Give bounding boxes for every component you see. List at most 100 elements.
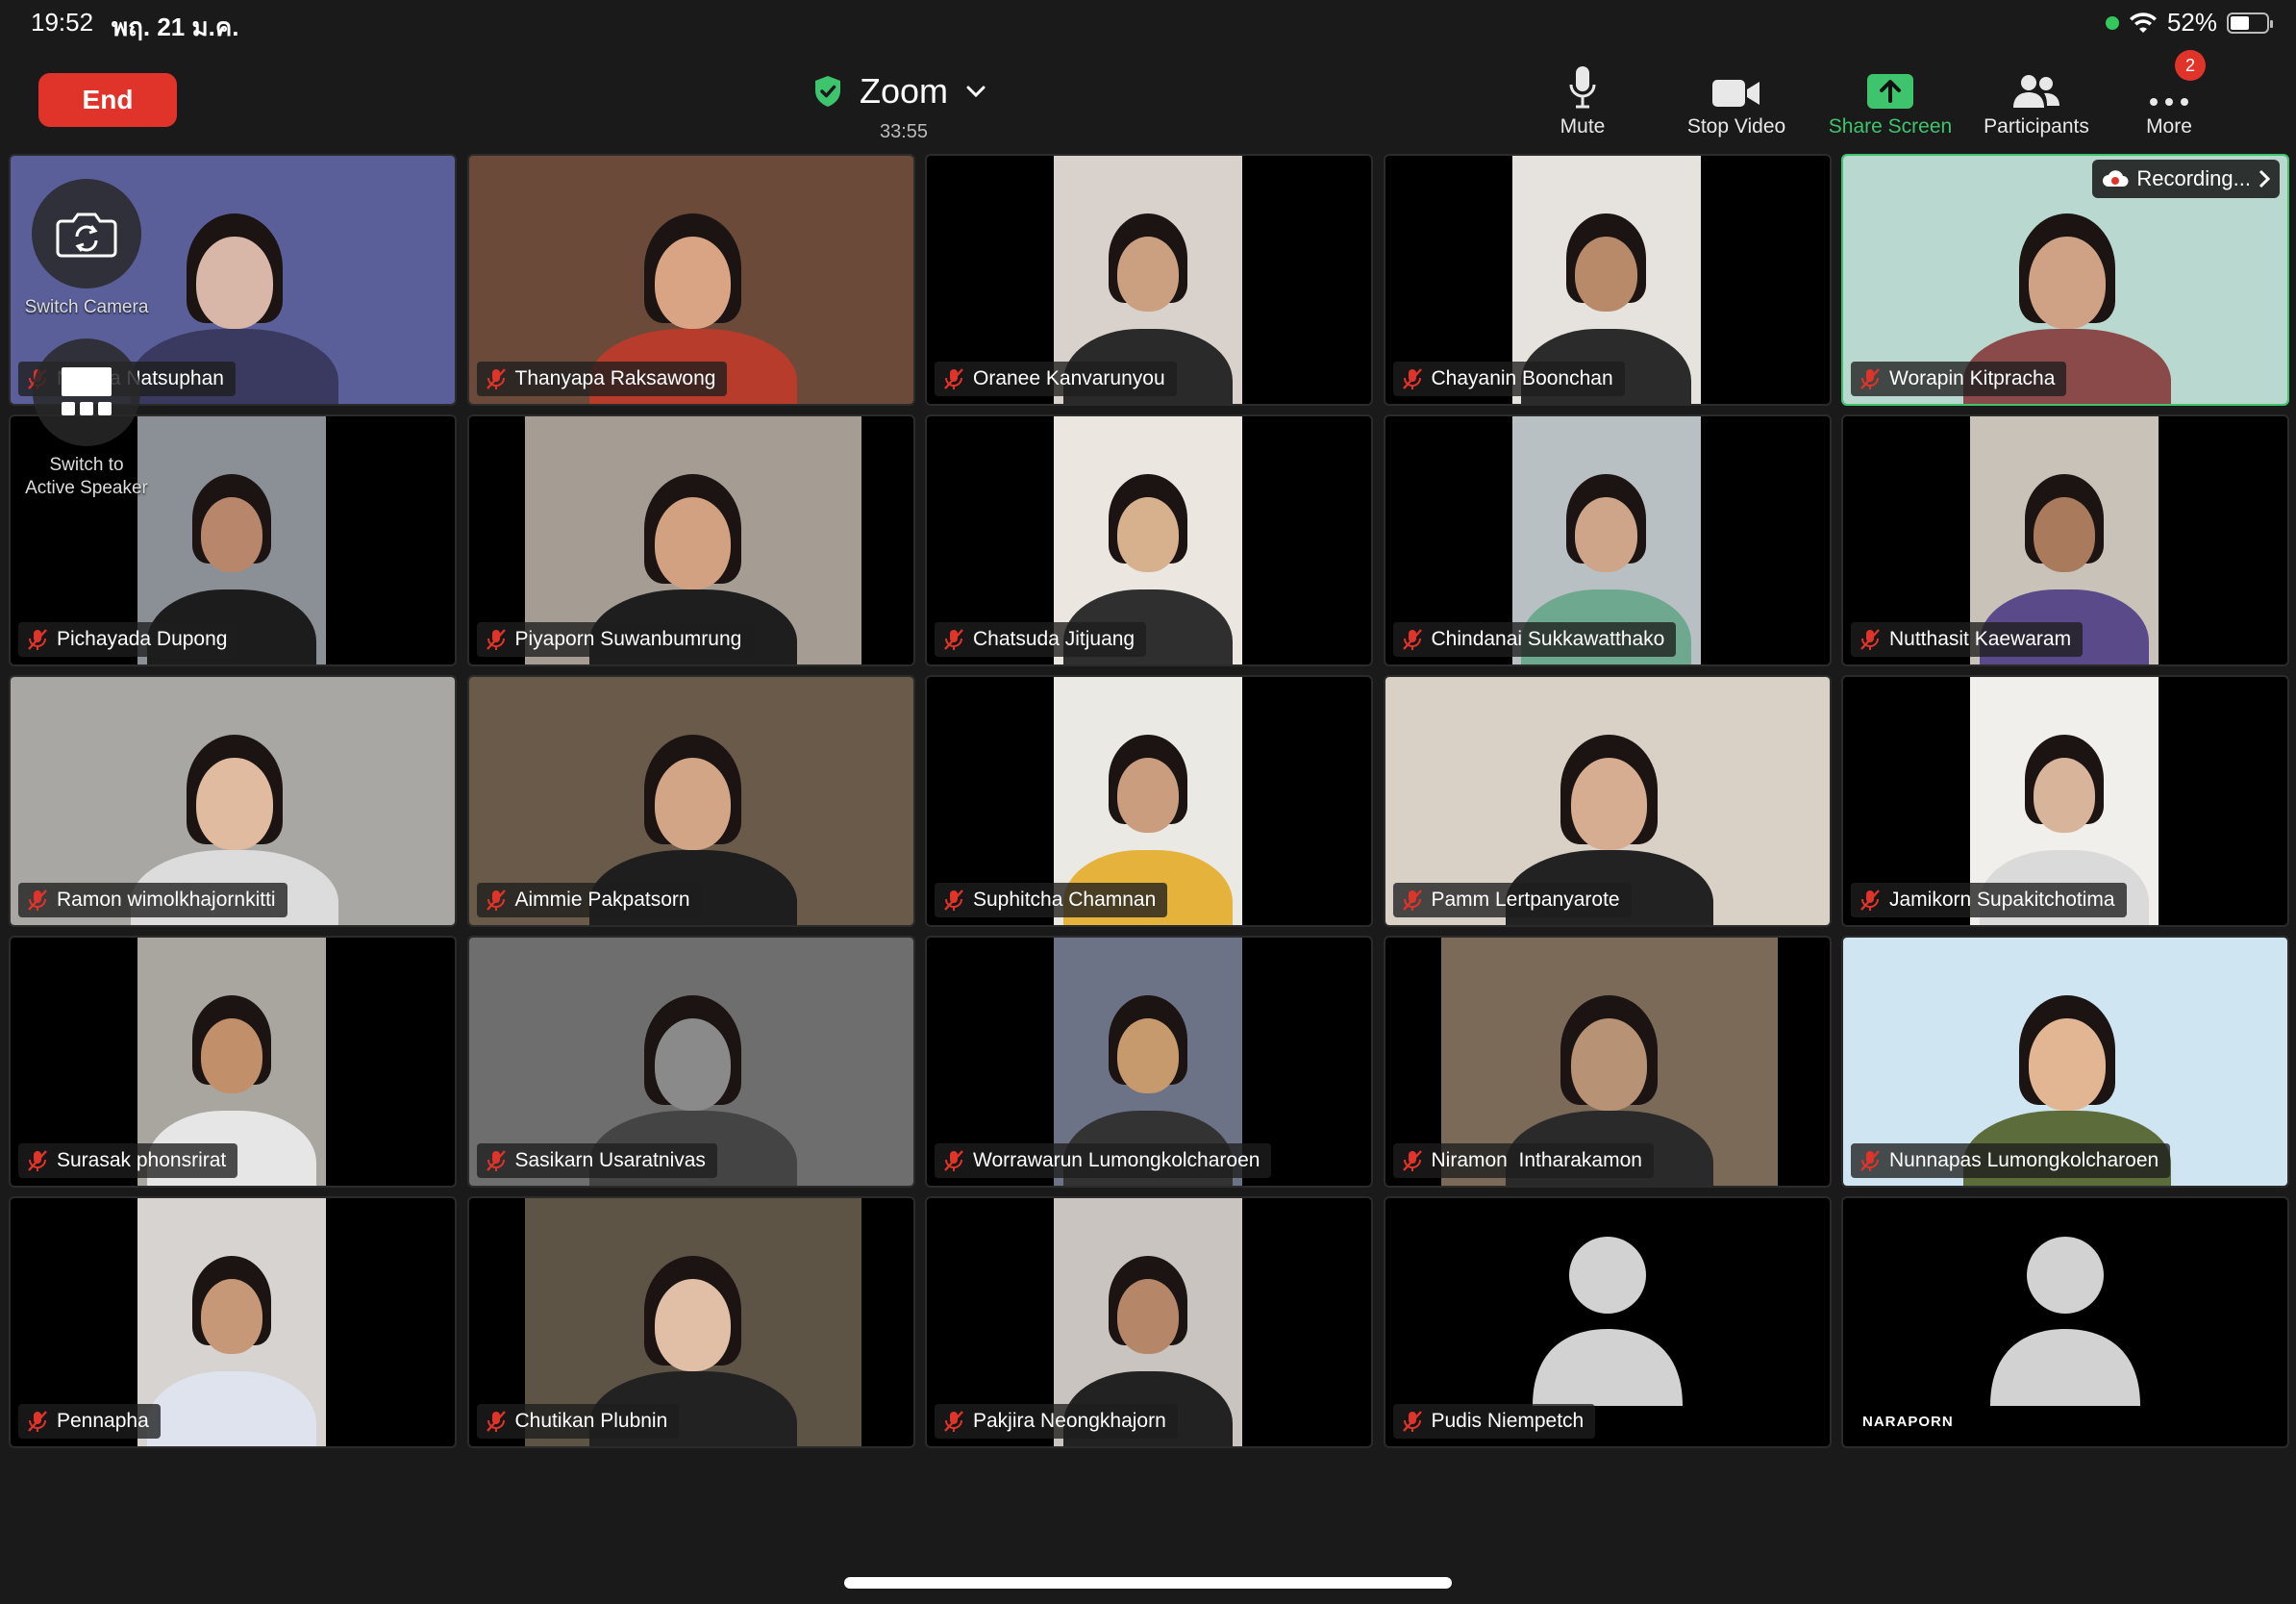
participant-name: Worapin Kitpracha xyxy=(1889,367,2056,389)
microphone-icon xyxy=(1568,62,1597,110)
participant-name: Suphitcha Chamnan xyxy=(973,889,1157,911)
participant-name-tag: Ramon wimolkhajornkitti xyxy=(18,883,287,917)
participant-tile[interactable]: Oranee Kanvarunyou xyxy=(925,154,1373,406)
muted-microphone-icon xyxy=(944,1411,963,1432)
muted-microphone-icon xyxy=(28,1411,47,1432)
participant-name-tag: Surasak phonsrirat xyxy=(18,1143,238,1178)
switch-speaker-label-line2: Active Speaker xyxy=(25,478,148,498)
muted-microphone-icon xyxy=(1402,890,1422,911)
wifi-icon xyxy=(2129,12,2157,33)
meeting-timer: 33:55 xyxy=(880,121,929,142)
status-indicators: 52% xyxy=(2105,8,2273,38)
participant-name: Chatsuda Jitjuang xyxy=(973,628,1136,650)
battery-icon xyxy=(2227,12,2273,34)
muted-microphone-icon xyxy=(28,629,47,650)
participant-name: Thanyapa Raksawong xyxy=(514,367,716,389)
participant-name-tag: Chutikan Plubnin xyxy=(476,1404,680,1439)
participant-name-tag: Sasikarn Usaratnivas xyxy=(476,1143,717,1178)
participant-tile[interactable]: NARAPORN xyxy=(1841,1196,2289,1448)
status-date: พฤ. 21 ม.ค. xyxy=(112,13,239,41)
muted-microphone-icon xyxy=(486,1150,506,1171)
status-time: 19:52 xyxy=(31,8,94,37)
participant-name: Pamm Lertpanyarote xyxy=(1431,889,1620,911)
end-meeting-button[interactable]: End xyxy=(38,73,177,127)
participant-name-tag: Oranee Kanvarunyou xyxy=(935,362,1177,396)
participant-tile[interactable]: Suphitcha Chamnan xyxy=(925,675,1373,927)
chevron-right-icon xyxy=(2259,169,2270,188)
participant-tile[interactable]: Jamikorn Supakitchotima xyxy=(1841,675,2289,927)
muted-microphone-icon xyxy=(944,890,963,911)
participant-name: Chindanai Sukkawatthako xyxy=(1431,628,1665,650)
muted-microphone-icon xyxy=(486,1411,506,1432)
switch-speaker-label-line1: Switch to xyxy=(49,455,124,475)
participant-tile[interactable]: Chutikan Plubnin xyxy=(466,1196,915,1448)
participant-name: Aimmie Pakpatsorn xyxy=(514,889,690,911)
stop-video-button[interactable]: Stop Video xyxy=(1660,62,1813,138)
participant-name: Jamikorn Supakitchotima xyxy=(1889,889,2115,911)
participant-tile[interactable]: Sasikarn Usaratnivas xyxy=(466,936,915,1188)
muted-microphone-icon xyxy=(28,1150,47,1171)
participant-tile[interactable]: Worrawarun Lumongkolcharoen xyxy=(925,936,1373,1188)
participant-tile[interactable]: Piyaporn Suwanbumrung xyxy=(466,414,915,666)
participant-tile[interactable]: Nunnapas Lumongkolcharoen xyxy=(1841,936,2289,1188)
default-avatar-icon xyxy=(1531,1235,1685,1408)
participant-tile[interactable]: Worapin Kitpracha Recording... xyxy=(1841,154,2289,406)
participant-name-tag: Pennapha xyxy=(18,1404,161,1439)
participant-tile[interactable]: Thanyapa Raksawong xyxy=(466,154,915,406)
participants-icon xyxy=(2011,62,2061,110)
participant-name-tag: Thanyapa Raksawong xyxy=(476,362,728,396)
participant-name-tag: Pudis Niempetch xyxy=(1392,1404,1596,1439)
switch-to-active-speaker-button[interactable]: Switch to Active Speaker xyxy=(12,338,162,500)
default-avatar-icon xyxy=(1988,1235,2142,1408)
more-button[interactable]: More 2 xyxy=(2092,50,2246,138)
muted-microphone-icon xyxy=(1402,629,1422,650)
participant-name: Sasikarn Usaratnivas xyxy=(514,1149,706,1171)
muted-microphone-icon xyxy=(1860,368,1880,389)
participant-tile[interactable]: Pudis Niempetch xyxy=(1383,1196,1832,1448)
muted-microphone-icon xyxy=(1860,890,1880,911)
participant-name-tag: NARAPORN xyxy=(1851,1404,1965,1439)
participant-name-tag: Worapin Kitpracha xyxy=(1851,362,2067,396)
mute-button[interactable]: Mute xyxy=(1506,62,1660,138)
participant-tile[interactable]: Surasak phonsrirat xyxy=(9,936,457,1188)
participant-tile[interactable]: Ramon wimolkhajornkitti xyxy=(9,675,457,927)
participant-name: Niramon Intharakamon xyxy=(1431,1149,1642,1171)
participant-tile[interactable]: Niramon Intharakamon xyxy=(1383,936,1832,1188)
mute-label: Mute xyxy=(1560,115,1606,138)
participant-tile[interactable]: Chindanai Sukkawatthako xyxy=(1383,414,1832,666)
camera-in-use-icon xyxy=(2105,15,2119,30)
muted-microphone-icon xyxy=(944,368,963,389)
cloud-recording-icon xyxy=(2103,170,2129,187)
participant-tile[interactable]: Aimmie Pakpatsorn xyxy=(466,675,915,927)
recording-indicator[interactable]: Recording... xyxy=(2092,160,2280,198)
participant-name-tag: Suphitcha Chamnan xyxy=(935,883,1168,917)
video-camera-icon xyxy=(1711,62,1761,110)
share-screen-label: Share Screen xyxy=(1828,115,1953,138)
participant-name-tag: Niramon Intharakamon xyxy=(1392,1143,1654,1178)
participant-name-tag: Worrawarun Lumongkolcharoen xyxy=(935,1143,1272,1178)
participant-tile[interactable]: Chayanin Boonchan xyxy=(1383,154,1832,406)
participant-name-tag: Nutthasit Kaewaram xyxy=(1851,622,2084,657)
meeting-title-dropdown[interactable]: Zoom xyxy=(813,71,986,112)
notification-badge: 2 xyxy=(2175,50,2206,81)
participant-tile[interactable]: Pennapha xyxy=(9,1196,457,1448)
participant-name: Pakjira Neongkhajorn xyxy=(973,1410,1166,1432)
switch-camera-icon xyxy=(56,213,117,258)
participant-tile[interactable]: Chatsuda Jitjuang xyxy=(925,414,1373,666)
meeting-title: Zoom xyxy=(860,71,949,111)
participant-name-tag: Nunnapas Lumongkolcharoen xyxy=(1851,1143,2171,1178)
switch-camera-button[interactable]: Switch Camera xyxy=(17,179,156,319)
participant-name: Oranee Kanvarunyou xyxy=(973,367,1165,389)
share-screen-button[interactable]: Share Screen xyxy=(1813,62,1967,138)
muted-microphone-icon xyxy=(1402,368,1422,389)
participant-tile[interactable]: Pamm Lertpanyarote xyxy=(1383,675,1832,927)
participant-tile[interactable]: Nutthasit Kaewaram xyxy=(1841,414,2289,666)
participants-label: Participants xyxy=(1984,115,2089,138)
participants-button[interactable]: Participants xyxy=(1959,62,2113,138)
muted-microphone-icon xyxy=(486,629,506,650)
home-indicator[interactable] xyxy=(844,1577,1452,1589)
participant-name-tag: Chayanin Boonchan xyxy=(1392,362,1625,396)
muted-microphone-icon xyxy=(1860,629,1880,650)
participant-tile[interactable]: Pakjira Neongkhajorn xyxy=(925,1196,1373,1448)
muted-microphone-icon xyxy=(1402,1150,1422,1171)
